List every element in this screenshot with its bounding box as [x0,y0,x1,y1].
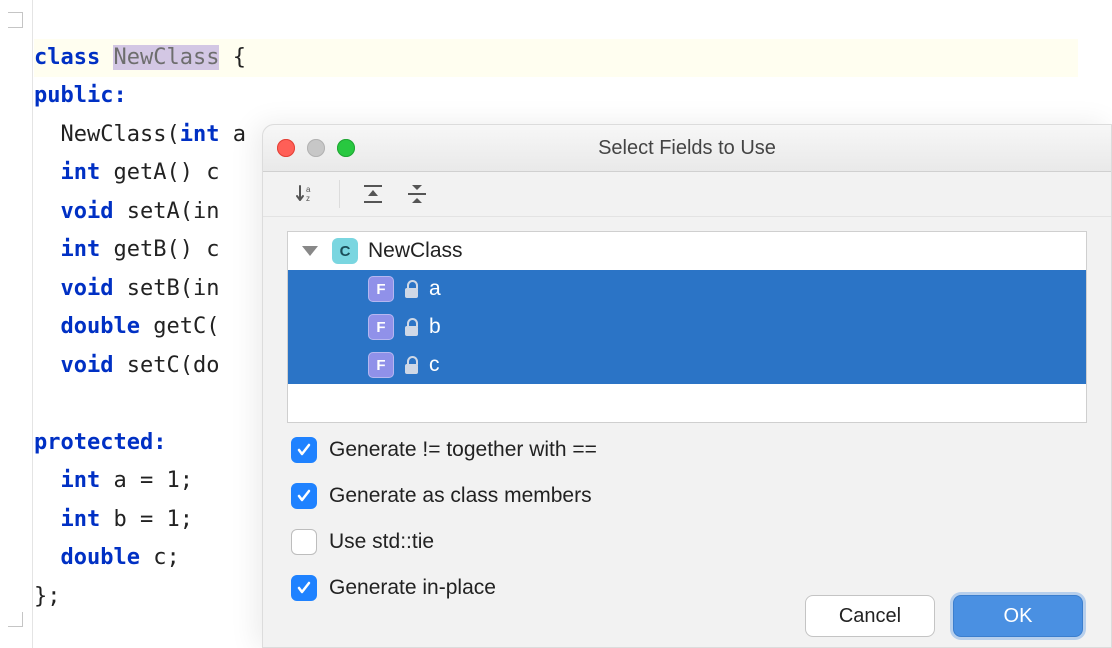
code-classname: NewClass [113,45,219,70]
option-label: Use std::tie [329,530,434,554]
cancel-button[interactable]: Cancel [805,595,935,637]
option-not-equal[interactable]: Generate != together with == [291,437,1087,463]
code-l9-kw: void [61,353,114,378]
lock-icon [404,318,419,336]
checkbox-std-tie[interactable] [291,529,317,555]
expand-all-icon[interactable] [360,181,386,207]
minimize-icon [307,139,325,157]
checkbox-as-members[interactable] [291,483,317,509]
code-l4-pre [34,160,61,185]
option-label: Generate != together with == [329,438,597,462]
code-l12-pre [34,468,61,493]
option-std-tie[interactable]: Use std::tie [291,529,1087,555]
code-l8-pre [34,314,61,339]
tree-field-row[interactable]: F b [288,308,1086,346]
close-icon[interactable] [277,139,295,157]
code-l7-pre [34,276,61,301]
dialog-titlebar: Select Fields to Use [263,125,1111,172]
tree-field-row[interactable]: F a [288,270,1086,308]
option-label: Generate in-place [329,576,496,600]
field-icon: F [368,352,394,378]
tree-field-label: b [429,315,441,339]
code-l3-kw: int [180,122,220,147]
toolbar-separator [339,180,340,208]
code-l13-rest: b = 1; [100,507,193,532]
dialog-buttons: Cancel OK [805,595,1083,637]
code-kw-class: class [34,45,100,70]
tree-field-label: c [429,353,440,377]
code-l9-pre [34,353,61,378]
code-l4-kw: int [61,160,101,185]
option-label: Generate as class members [329,484,592,508]
collapse-all-icon[interactable] [404,181,430,207]
code-l13-kw: int [61,507,101,532]
tree-field-label: a [429,277,441,301]
code-l6-pre [34,237,61,262]
code-l15: }; [34,584,61,609]
code-l7-kw: void [61,276,114,301]
svg-text:z: z [306,194,310,203]
expand-icon[interactable] [302,246,318,256]
lock-icon [404,356,419,374]
select-fields-dialog: Select Fields to Use a z [262,124,1112,648]
code-l5-rest: setA(in [113,199,219,224]
code-l12-rest: a = 1; [100,468,193,493]
class-icon: C [332,238,358,264]
code-l4-rest: getA() c [100,160,219,185]
code-l12-kw: int [61,468,101,493]
svg-text:a: a [306,185,311,194]
ok-button[interactable]: OK [953,595,1083,637]
dialog-title: Select Fields to Use [263,137,1111,160]
code-brace: { [219,45,246,70]
code-kw-protected: protected: [34,430,166,455]
code-kw-public: public: [34,83,127,108]
fields-tree[interactable]: C NewClass F a F b F c [287,231,1087,423]
dialog-toolbar: a z [263,172,1111,217]
checkbox-not-equal[interactable] [291,437,317,463]
checkbox-in-place[interactable] [291,575,317,601]
tree-class-row[interactable]: C NewClass [288,232,1086,270]
code-l14-rest: c; [140,545,180,570]
option-as-members[interactable]: Generate as class members [291,483,1087,509]
field-icon: F [368,276,394,302]
field-icon: F [368,314,394,340]
code-l8-kw: double [61,314,140,339]
code-l14-kw: double [61,545,140,570]
code-l7-rest: setB(in [113,276,219,301]
code-l5-kw: void [61,199,114,224]
sort-alpha-icon[interactable]: a z [293,181,319,207]
code-l6-kw: int [61,237,101,262]
tree-field-row[interactable]: F c [288,346,1086,384]
code-l3-pre: NewClass( [34,122,180,147]
code-l9-rest: setC(do [113,353,219,378]
window-controls [277,139,355,157]
tree-class-label: NewClass [368,239,463,263]
code-l8-rest: getC( [140,314,219,339]
zoom-icon[interactable] [337,139,355,157]
generate-options: Generate != together with == Generate as… [291,437,1087,601]
lock-icon [404,280,419,298]
code-l13-pre [34,507,61,532]
code-l5-pre [34,199,61,224]
code-l6-rest: getB() c [100,237,219,262]
code-l14-pre [34,545,61,570]
